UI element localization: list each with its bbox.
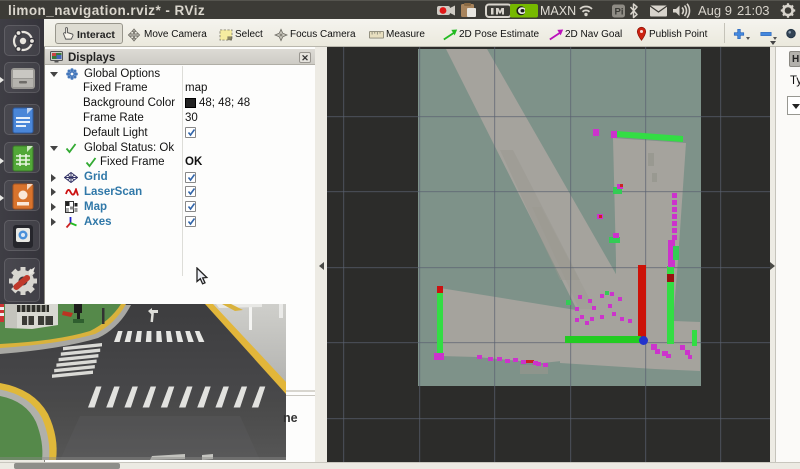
- svg-text:Pi: Pi: [615, 7, 624, 18]
- svg-text:MAXN: MAXN: [540, 4, 576, 18]
- svg-text:Aug 9: Aug 9: [698, 3, 732, 18]
- svg-text:21:03: 21:03: [737, 3, 770, 18]
